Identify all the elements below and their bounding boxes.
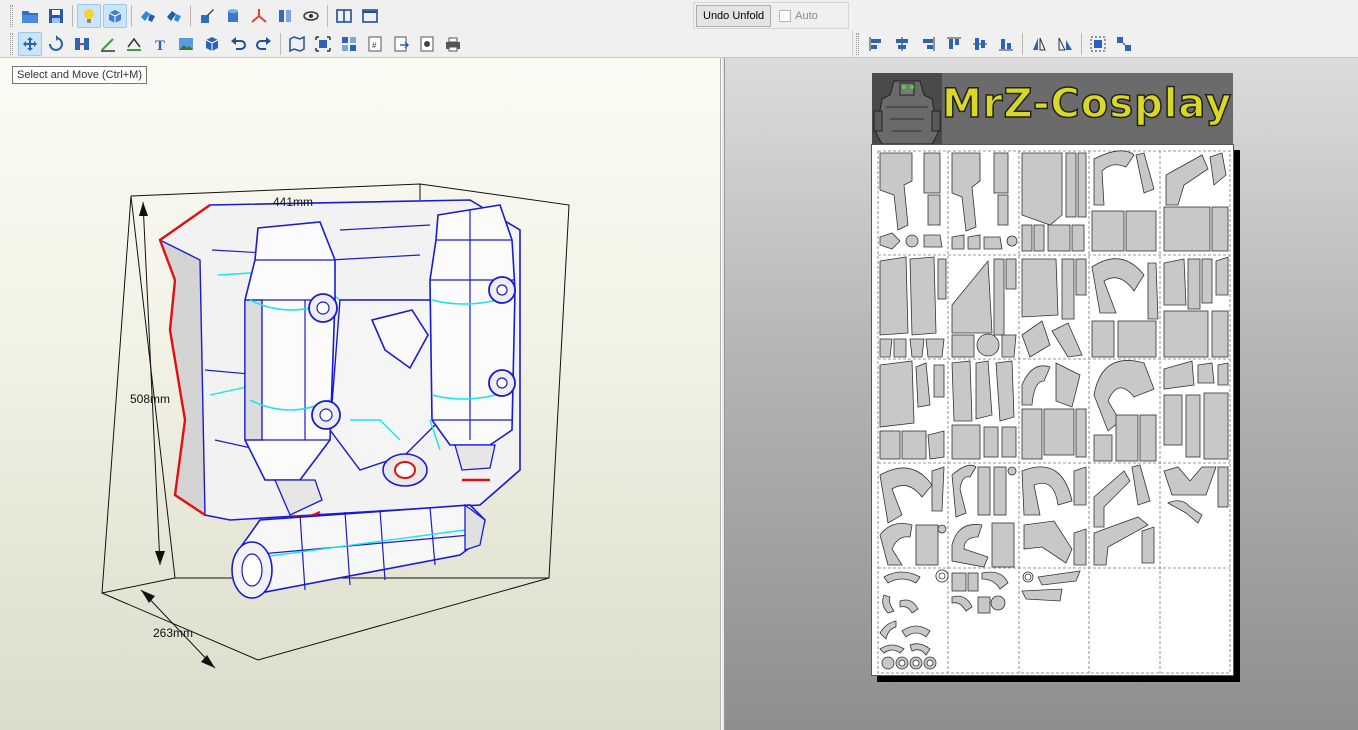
- group-icon[interactable]: [1086, 32, 1110, 56]
- arrange-icon[interactable]: [337, 32, 361, 56]
- dim-arrow: [201, 655, 215, 668]
- split-icon[interactable]: [273, 4, 297, 28]
- map-icon[interactable]: [285, 32, 309, 56]
- toolbar-grip[interactable]: [10, 33, 13, 55]
- unfold-icon[interactable]: [136, 4, 160, 28]
- cylinder-icon[interactable]: [221, 4, 245, 28]
- unfolded-parts: [879, 150, 1229, 670]
- toolbar-row-2: T #: [10, 30, 466, 58]
- flip-h-icon[interactable]: [1027, 32, 1051, 56]
- align-right-icon[interactable]: [916, 32, 940, 56]
- sheet-layout: [877, 150, 1231, 674]
- rotate-icon[interactable]: [44, 32, 68, 56]
- pepakura-window: Undo Unfold Auto T # 441mm 508mm 263mm M…: [0, 0, 1358, 730]
- dim-arrow: [139, 202, 148, 216]
- toolbar-area: Undo Unfold Auto T #: [0, 0, 1358, 58]
- fold-line-icon[interactable]: [122, 32, 146, 56]
- text-icon[interactable]: T: [148, 32, 172, 56]
- join-icon[interactable]: [70, 32, 94, 56]
- lightbulb-icon[interactable]: [77, 4, 101, 28]
- svg-text:T: T: [155, 38, 165, 53]
- unfold-all-icon[interactable]: [162, 4, 186, 28]
- print-sheet[interactable]: [871, 144, 1234, 676]
- auto-checkbox-label: Auto: [795, 10, 818, 22]
- redo-icon[interactable]: [252, 32, 276, 56]
- print-settings-icon[interactable]: [415, 32, 439, 56]
- banner-title: MrZ-Cosplay: [941, 80, 1233, 128]
- align-center-icon[interactable]: [890, 32, 914, 56]
- toolbar-row-1: [10, 2, 383, 30]
- open-folder-icon[interactable]: [18, 4, 42, 28]
- mrz-cosplay-banner: MrZ-Cosplay: [872, 73, 1233, 144]
- align-middle-icon[interactable]: [968, 32, 992, 56]
- toolbar-grip[interactable]: [856, 33, 859, 55]
- height-dimension-label: 508mm: [130, 392, 171, 406]
- view-3d-icon[interactable]: [103, 4, 127, 28]
- dim-arrow: [141, 590, 155, 603]
- flip-v-icon[interactable]: [1053, 32, 1077, 56]
- toolbar-grip[interactable]: [10, 5, 13, 27]
- svg-text:#: #: [372, 41, 377, 50]
- edit-line-icon[interactable]: [96, 32, 120, 56]
- toolbar-separator: [1081, 33, 1082, 55]
- select-move-tooltip: Select and Move (Ctrl+M): [12, 66, 148, 84]
- paint-icon[interactable]: [195, 4, 219, 28]
- toolbar-row-align: [856, 30, 1137, 58]
- box-icon[interactable]: [200, 32, 224, 56]
- 3d-view[interactable]: 441mm 508mm 263mm: [0, 58, 721, 730]
- align-left-icon[interactable]: [864, 32, 888, 56]
- armor-figure-image: [872, 73, 942, 144]
- auto-checkbox-box[interactable]: [779, 10, 792, 22]
- undo-icon[interactable]: [226, 32, 250, 56]
- bottom-cylinder: [231, 503, 486, 599]
- toolbar-separator: [131, 5, 132, 27]
- dim-arrow: [155, 551, 165, 565]
- toolbar-separator: [327, 5, 328, 27]
- export-icon[interactable]: [389, 32, 413, 56]
- auto-checkbox[interactable]: Auto: [779, 10, 818, 22]
- axis-icon[interactable]: [247, 4, 271, 28]
- align-bottom-icon[interactable]: [994, 32, 1018, 56]
- fit-icon[interactable]: [311, 32, 335, 56]
- depth-dimension-label: 263mm: [153, 626, 194, 640]
- undo-unfold-bar: Undo Unfold Auto: [696, 4, 818, 28]
- print-icon[interactable]: [441, 32, 465, 56]
- toolbar-separator: [190, 5, 191, 27]
- toolbar-separator: [72, 5, 73, 27]
- pane-split-icon[interactable]: [332, 4, 356, 28]
- save-icon[interactable]: [44, 4, 68, 28]
- pane-single-icon[interactable]: [358, 4, 382, 28]
- model-canvas[interactable]: [0, 58, 721, 730]
- ungroup-icon[interactable]: [1112, 32, 1136, 56]
- width-dimension-label: 441mm: [273, 195, 314, 209]
- page-number-icon[interactable]: #: [363, 32, 387, 56]
- toolbar-separator: [1022, 33, 1023, 55]
- eye-icon[interactable]: [299, 4, 323, 28]
- select-move-icon[interactable]: [18, 32, 42, 56]
- toolbar-separator: [280, 33, 281, 55]
- image-icon[interactable]: [174, 32, 198, 56]
- undo-unfold-button[interactable]: Undo Unfold: [696, 5, 772, 27]
- align-top-icon[interactable]: [942, 32, 966, 56]
